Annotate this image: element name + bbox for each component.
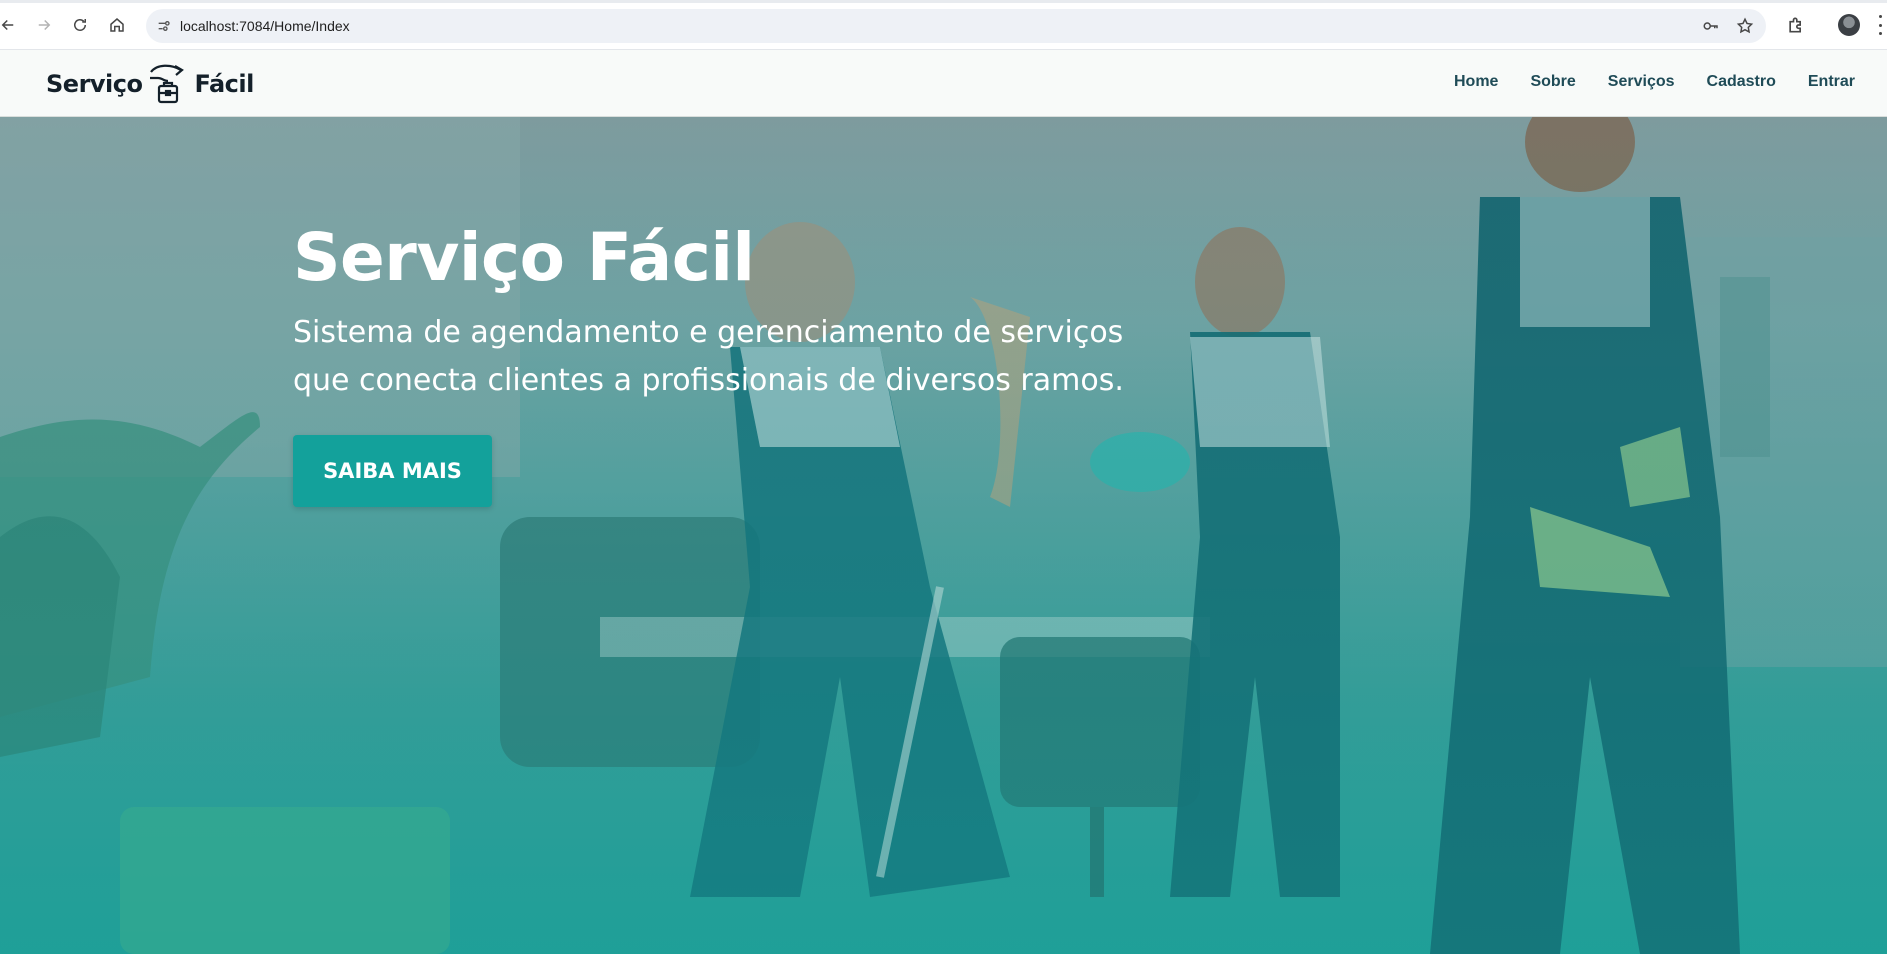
menu-icon[interactable]	[1876, 15, 1884, 35]
browser-toolbar: localhost:7084/Home/Index	[0, 0, 1887, 50]
hero-content: Serviço Fácil Sistema de agendamento e g…	[293, 219, 1193, 507]
tab-strip-edge	[0, 0, 1887, 3]
brand-logo-icon	[150, 64, 185, 104]
forward-icon[interactable]	[32, 13, 56, 37]
password-key-icon[interactable]	[1702, 17, 1720, 35]
nav-entrar[interactable]: Entrar	[1808, 73, 1855, 91]
nav-cadastro[interactable]: Cadastro	[1707, 73, 1776, 91]
saiba-mais-button[interactable]: SAIBA MAIS	[293, 434, 492, 507]
brand-left-text: Serviço	[46, 70, 143, 98]
site-info-icon[interactable]	[154, 16, 174, 36]
nav-servicos[interactable]: Serviços	[1608, 73, 1675, 91]
nav-sobre[interactable]: Sobre	[1530, 73, 1575, 91]
url-text[interactable]: localhost:7084/Home/Index	[180, 18, 350, 34]
extensions-icon[interactable]	[1786, 15, 1806, 35]
bookmark-star-icon[interactable]	[1736, 17, 1754, 35]
hero-subtitle: Sistema de agendamento e gerenciamento d…	[293, 314, 1124, 398]
hero-title: Serviço Fácil	[293, 219, 755, 296]
back-icon[interactable]	[0, 13, 20, 37]
profile-avatar[interactable]	[1838, 14, 1860, 36]
nav-home[interactable]: Home	[1454, 73, 1498, 91]
hero-section: Serviço Fácil Sistema de agendamento e g…	[0, 117, 1887, 954]
reload-icon[interactable]	[68, 13, 92, 37]
brand-link[interactable]: Serviço Fácil	[46, 62, 254, 106]
brand-right-text: Fácil	[194, 70, 254, 98]
address-bar[interactable]: localhost:7084/Home/Index	[146, 9, 1766, 43]
home-icon[interactable]	[105, 13, 129, 37]
main-nav: Home Sobre Serviços Cadastro Entrar	[1422, 73, 1855, 91]
site-header: Serviço Fácil Home Sobre Serviços Cadast…	[0, 50, 1887, 117]
